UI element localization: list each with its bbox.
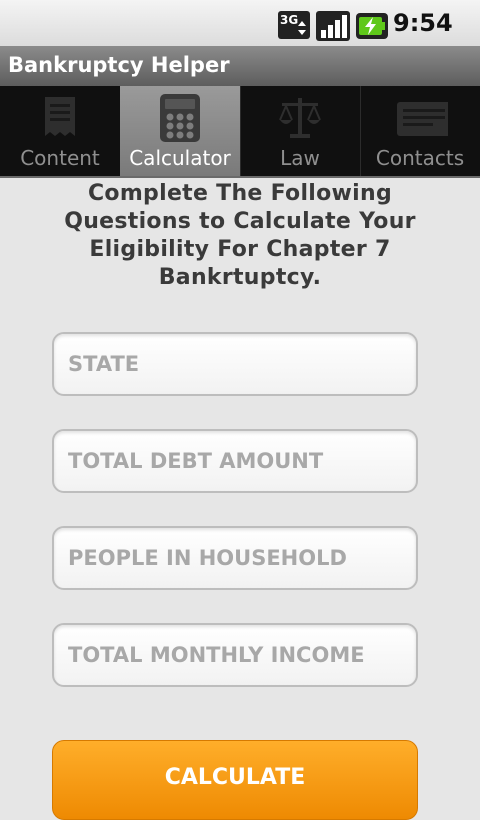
app-title: Bankruptcy Helper	[8, 53, 230, 77]
status-bar: 3G 9:54 AM	[0, 0, 480, 63]
receipt-icon	[45, 97, 75, 136]
calculator-icon	[160, 94, 200, 142]
heading-line: Eligibility For Chapter 7	[89, 237, 391, 262]
monthly-income-input[interactable]	[52, 623, 418, 687]
heading-line: Complete The Following	[87, 181, 393, 206]
instructions-heading: Complete The Following Questions to Calc…	[24, 180, 456, 292]
network-3g-icon: 3G	[278, 11, 310, 39]
tab-calculator[interactable]: Calculator	[120, 86, 241, 176]
heading-line: Bankrtuptcy.	[158, 265, 322, 290]
tab-contacts-label: Contacts	[375, 146, 465, 170]
clock-time: 9:54	[393, 9, 453, 37]
total-debt-input[interactable]	[52, 429, 418, 493]
contact-card-icon	[397, 102, 448, 136]
tab-content-label: Content	[20, 146, 100, 170]
tab-content[interactable]: Content	[0, 86, 121, 176]
calculate-button-label: CALCULATE	[164, 765, 306, 790]
heading-line: Questions to Calculate Your	[64, 209, 416, 234]
signal-strength-icon	[316, 11, 350, 41]
tab-law-label: Law	[280, 146, 320, 170]
tab-bar: Content Calculator Law Contacts	[0, 86, 480, 178]
calculate-button[interactable]: CALCULATE	[52, 740, 418, 820]
battery-charging-icon	[356, 13, 388, 39]
tab-law[interactable]: Law	[240, 86, 361, 176]
network-3g-label: 3G	[280, 13, 298, 27]
app-title-bar: Bankruptcy Helper	[0, 46, 480, 86]
tab-calculator-label: Calculator	[129, 146, 231, 170]
state-input[interactable]	[52, 332, 418, 396]
people-in-household-input[interactable]	[52, 526, 418, 590]
scales-icon	[279, 98, 321, 138]
tab-contacts[interactable]: Contacts	[360, 86, 480, 176]
